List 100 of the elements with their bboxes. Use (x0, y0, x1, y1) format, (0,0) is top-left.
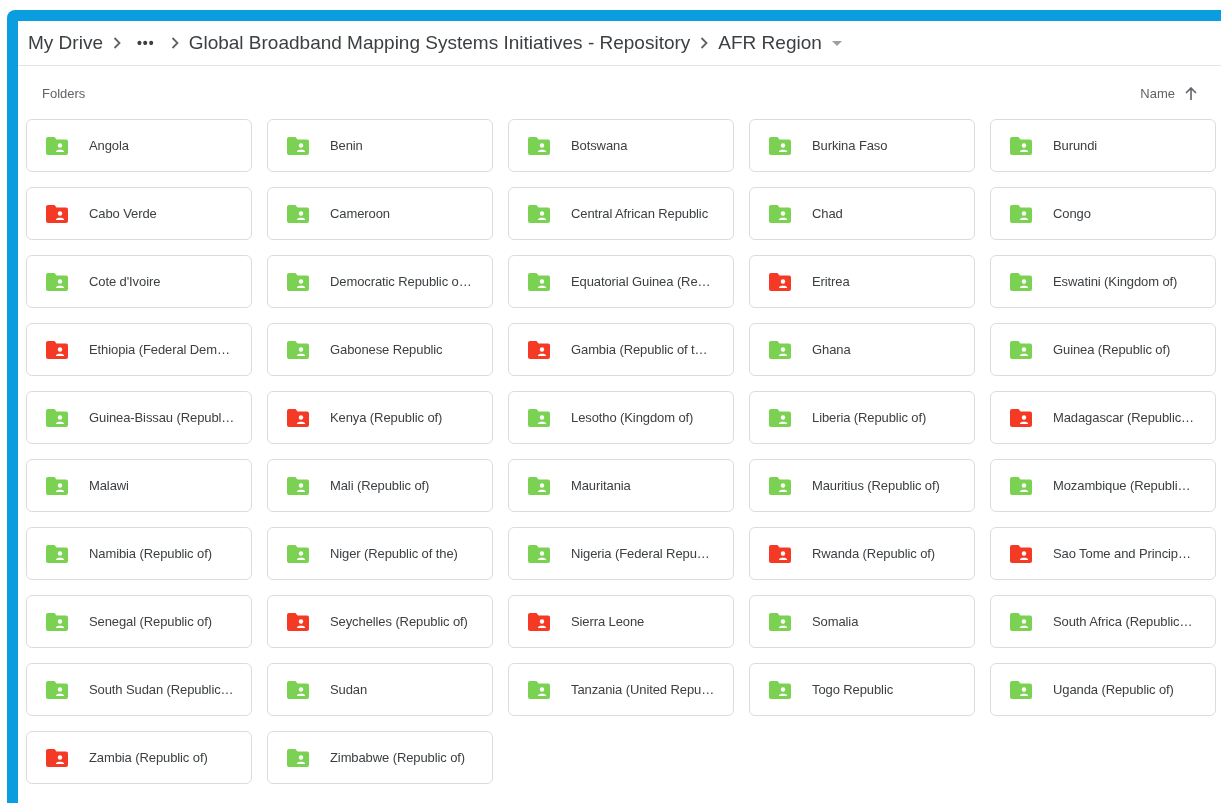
folder-card[interactable]: Namibia (Republic of) (26, 527, 252, 580)
folder-card[interactable]: Gabonese Republic (267, 323, 493, 376)
folder-card[interactable]: Gambia (Republic of t… (508, 323, 734, 376)
folder-card[interactable]: Cameroon (267, 187, 493, 240)
folder-card[interactable]: Chad (749, 187, 975, 240)
section-title: Folders (42, 86, 86, 101)
breadcrumb-link[interactable]: Global Broadband Mapping Systems Initiatives - Repository (188, 32, 691, 54)
more-path-button[interactable]: ••• (130, 35, 161, 51)
folder-card[interactable]: Uganda (Republic of) (990, 663, 1216, 716)
folder-card[interactable]: Malawi (26, 459, 252, 512)
folder-card[interactable]: Benin (267, 119, 493, 172)
folder-card[interactable]: Equatorial Guinea (Re… (508, 255, 734, 308)
folder-name: Burkina Faso (812, 138, 888, 153)
folder-name: Burundi (1053, 138, 1098, 153)
folder-name: Guinea (Republic of) (1053, 342, 1171, 357)
folder-card[interactable]: Mauritania (508, 459, 734, 512)
sort-button[interactable]: Name (1140, 86, 1197, 101)
folder-card[interactable]: Guinea-Bissau (Republ… (26, 391, 252, 444)
folder-name: Gambia (Republic of t… (571, 342, 708, 357)
folder-card[interactable]: Zambia (Republic of) (26, 731, 252, 784)
folder-name: Seychelles (Republic of) (330, 614, 468, 629)
folder-card[interactable]: Congo (990, 187, 1216, 240)
folder-card[interactable]: Senegal (Republic of) (26, 595, 252, 648)
folder-card[interactable]: Eritrea (749, 255, 975, 308)
folder-name: South Sudan (Republic… (89, 682, 234, 697)
folder-card[interactable]: Madagascar (Republic… (990, 391, 1216, 444)
folder-name: Namibia (Republic of) (89, 546, 212, 561)
folder-name: Sierra Leone (571, 614, 645, 629)
folder-name: Mauritania (571, 478, 631, 493)
folder-card[interactable]: Mozambique (Republi… (990, 459, 1216, 512)
chevron-right-icon (112, 37, 121, 49)
folder-card[interactable]: Kenya (Republic of) (267, 391, 493, 444)
current-folder-title[interactable]: AFR Region (718, 32, 822, 54)
folder-name: Congo (1053, 206, 1091, 221)
folder-card[interactable]: Liberia (Republic of) (749, 391, 975, 444)
dropdown-caret-icon[interactable] (831, 40, 842, 46)
folder-name: Mali (Republic of) (330, 478, 430, 493)
chevron-right-icon (700, 37, 709, 49)
folder-card[interactable]: Rwanda (Republic of) (749, 527, 975, 580)
folder-name: Lesotho (Kingdom of) (571, 410, 694, 425)
folder-name: South Africa (Republic… (1053, 614, 1193, 629)
chevron-right-icon (170, 37, 179, 49)
folder-card[interactable]: Sao Tome and Princip… (990, 527, 1216, 580)
folder-name: Democratic Republic o… (330, 274, 472, 289)
folder-name: Togo Republic (812, 682, 894, 697)
folder-name: Mozambique (Republi… (1053, 478, 1191, 493)
folder-name: Cabo Verde (89, 206, 157, 221)
folder-name: Botswana (571, 138, 628, 153)
folder-card[interactable]: Cabo Verde (26, 187, 252, 240)
folder-card[interactable]: South Sudan (Republic… (26, 663, 252, 716)
folder-card[interactable]: Central African Republic (508, 187, 734, 240)
folder-card[interactable]: Ghana (749, 323, 975, 376)
folder-name: Liberia (Republic of) (812, 410, 927, 425)
folder-name: Kenya (Republic of) (330, 410, 443, 425)
folder-card[interactable]: Botswana (508, 119, 734, 172)
folder-card[interactable]: Tanzania (United Repu… (508, 663, 734, 716)
folder-name: Somalia (812, 614, 859, 629)
folder-name: Benin (330, 138, 363, 153)
folder-name: Eswatini (Kingdom of) (1053, 274, 1178, 289)
folder-card[interactable]: Mauritius (Republic of) (749, 459, 975, 512)
folder-name: Cameroon (330, 206, 390, 221)
folder-card[interactable]: Togo Republic (749, 663, 975, 716)
folder-card[interactable]: Sierra Leone (508, 595, 734, 648)
folder-card[interactable]: Somalia (749, 595, 975, 648)
folder-card[interactable]: Sudan (267, 663, 493, 716)
folder-name: Tanzania (United Repu… (571, 682, 715, 697)
folder-name: Ethiopia (Federal Dem… (89, 342, 230, 357)
folder-name: Uganda (Republic of) (1053, 682, 1174, 697)
folder-name: Ghana (812, 342, 851, 357)
folder-card[interactable]: Democratic Republic o… (267, 255, 493, 308)
folder-name: Rwanda (Republic of) (812, 546, 935, 561)
folder-card[interactable]: South Africa (Republic… (990, 595, 1216, 648)
folder-name: Malawi (89, 478, 129, 493)
folder-card[interactable]: Cote d'Ivoire (26, 255, 252, 308)
folder-card[interactable]: Lesotho (Kingdom of) (508, 391, 734, 444)
folder-name: Mauritius (Republic of) (812, 478, 940, 493)
folder-card[interactable]: Mali (Republic of) (267, 459, 493, 512)
folder-name: Angola (89, 138, 129, 153)
folder-name: Eritrea (812, 274, 850, 289)
folder-card[interactable]: Angola (26, 119, 252, 172)
folder-card[interactable]: Ethiopia (Federal Dem… (26, 323, 252, 376)
folder-card[interactable]: Seychelles (Republic of) (267, 595, 493, 648)
folder-name: Chad (812, 206, 843, 221)
folder-name: Madagascar (Republic… (1053, 410, 1194, 425)
folder-card[interactable]: Burkina Faso (749, 119, 975, 172)
folder-card[interactable]: Niger (Republic of the) (267, 527, 493, 580)
folder-name: Zimbabwe (Republic of) (330, 750, 466, 765)
folder-name: Senegal (Republic of) (89, 614, 212, 629)
folder-card[interactable]: Zimbabwe (Republic of) (267, 731, 493, 784)
folder-name: Central African Republic (571, 206, 709, 221)
breadcrumb-link[interactable]: My Drive (28, 32, 103, 54)
arrow-up-icon (1185, 87, 1197, 100)
folder-name: Niger (Republic of the) (330, 546, 458, 561)
folder-card[interactable]: Eswatini (Kingdom of) (990, 255, 1216, 308)
folder-name: Nigeria (Federal Repu… (571, 546, 710, 561)
folder-card[interactable]: Guinea (Republic of) (990, 323, 1216, 376)
folder-card[interactable]: Nigeria (Federal Repu… (508, 527, 734, 580)
folder-name: Zambia (Republic of) (89, 750, 208, 765)
folder-name: Cote d'Ivoire (89, 274, 161, 289)
folder-card[interactable]: Burundi (990, 119, 1216, 172)
